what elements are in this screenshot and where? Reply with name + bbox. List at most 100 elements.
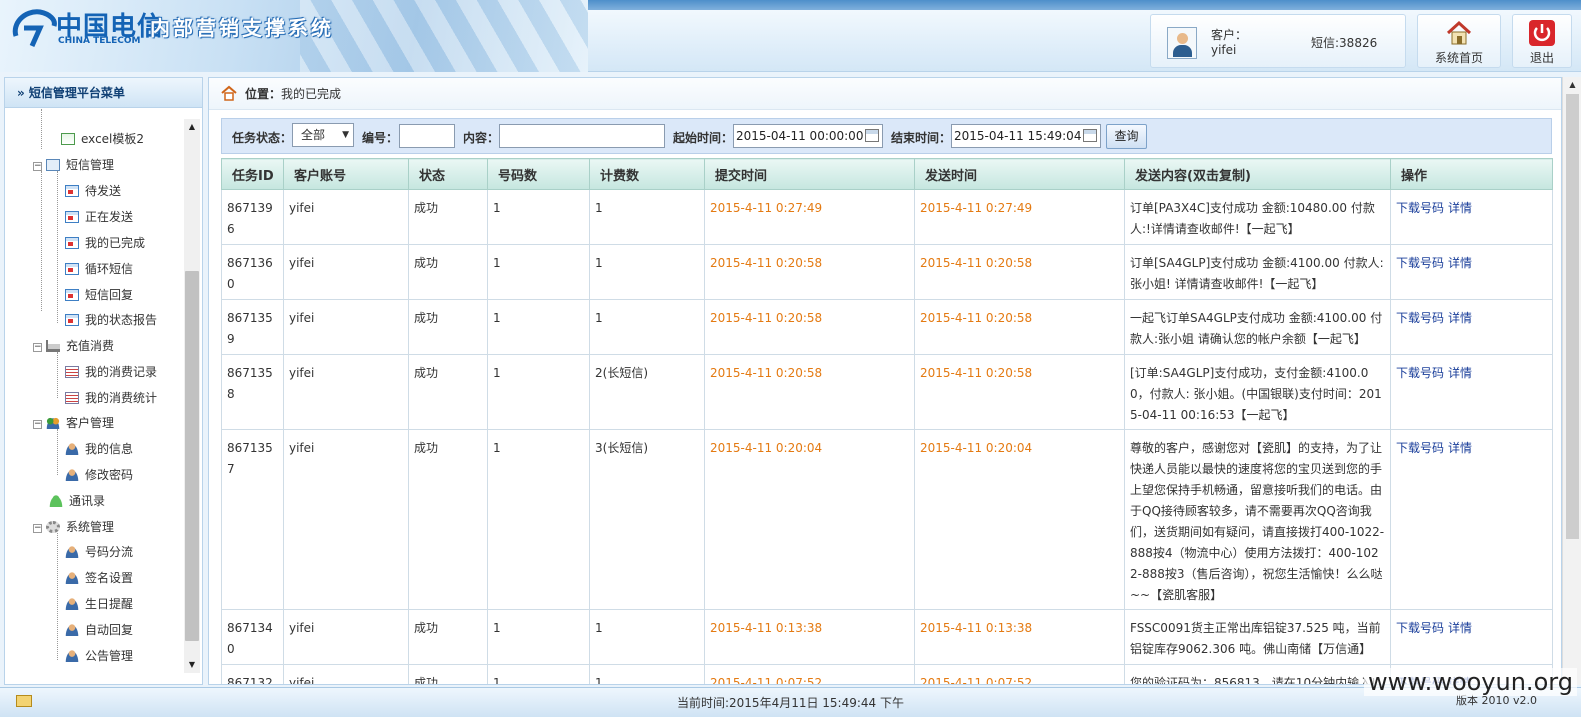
collapse-toggle-icon[interactable]: − (33, 524, 42, 533)
download-numbers-link[interactable]: 下载号码 (1396, 366, 1444, 380)
system-title: 内部营销支撑系统 (150, 16, 334, 40)
sidebar-item-excel-template-2[interactable]: excel模板2 (61, 129, 144, 149)
sidebar-item-completed[interactable]: 我的已完成 (65, 233, 145, 253)
tree-line (57, 429, 58, 475)
sidebar-item-consumption-stats[interactable]: 我的消费统计 (65, 388, 157, 408)
cell-number-count: 1 (487, 609, 590, 665)
scroll-up-icon[interactable]: ▲ (1563, 77, 1581, 93)
sidebar-item-sms-reply[interactable]: 短信回复 (65, 285, 133, 305)
detail-link[interactable]: 详情 (1448, 256, 1472, 270)
detail-link[interactable]: 详情 (1448, 311, 1472, 325)
sidebar-item-announcements[interactable]: 公告管理 (65, 646, 133, 666)
user-icon (65, 624, 79, 636)
scroll-up-icon[interactable]: ▲ (184, 119, 200, 135)
cell-billing-count: 1 (589, 299, 705, 355)
tree-line (41, 171, 42, 311)
number-input[interactable] (399, 124, 455, 148)
cell-content[interactable]: 订单[PA3X4C]支付成功 金额:10480.00 付款人:!详情请查收邮件!… (1124, 189, 1391, 245)
sidebar-item-recharge[interactable]: − 充值消费 (33, 336, 114, 356)
col-account[interactable]: 客户账号 (283, 158, 409, 190)
end-time-value: 2015-04-11 15:49:04 (954, 129, 1082, 143)
download-numbers-link[interactable]: 下载号码 (1396, 201, 1444, 215)
sidebar-title: » 短信管理平台菜单 (5, 78, 202, 108)
status-select[interactable]: 全部 ▼ (292, 123, 354, 147)
cell-send-time: 2015-4-11 0:13:38 (914, 609, 1125, 665)
cell-content[interactable]: 一起飞订单SA4GLP支付成功 金额:4100.00 付款人:张小姐 请确认您的… (1124, 299, 1391, 355)
detail-link[interactable]: 详情 (1448, 441, 1472, 455)
sidebar-item-status-report[interactable]: 我的状态报告 (65, 310, 157, 330)
sidebar-item-pending[interactable]: 待发送 (65, 181, 121, 201)
cart-icon (46, 340, 60, 352)
cell-content[interactable]: 尊敬的客户，感谢您对【瓷肌】的支持，为了让快递人员能以最快的速度将您的宝贝送到您… (1124, 429, 1391, 610)
user-icon (65, 650, 79, 662)
sidebar: » 短信管理平台菜单 excel模板2 − 短信管理 待发送 正在发送 我的已完成… (4, 77, 203, 685)
header: 中国电信 CHINA TELECOM 内部营销支撑系统 客户： yifei 短信… (0, 0, 1581, 72)
sidebar-scroll-thumb[interactable] (185, 271, 199, 641)
scroll-down-icon[interactable]: ▼ (184, 657, 200, 673)
sidebar-item-contacts[interactable]: 通讯录 (49, 491, 105, 511)
start-time-input[interactable]: 2015-04-11 00:00:00 (733, 124, 883, 148)
table-row: 8671359 yifei 成功 1 1 2015-4-11 0:20:58 2… (221, 299, 1553, 355)
table-row: 8671396 yifei 成功 1 1 2015-4-11 0:27:49 2… (221, 189, 1553, 245)
cell-account: yifei (283, 354, 409, 430)
sidebar-scrollbar[interactable]: ▲ ▼ (184, 119, 200, 673)
sidebar-item-sms-management[interactable]: − 短信管理 (33, 155, 114, 175)
cell-account: yifei (283, 189, 409, 245)
cell-content[interactable]: [订单:SA4GLP]支付成功，支付金额:4100.00，付款人: 张小姐。(中… (1124, 354, 1391, 430)
download-numbers-link[interactable]: 下载号码 (1396, 311, 1444, 325)
download-numbers-link[interactable]: 下载号码 (1396, 621, 1444, 635)
cell-account: yifei (283, 299, 409, 355)
cell-actions: 下载号码详情 (1390, 609, 1553, 665)
collapse-toggle-icon[interactable]: − (33, 162, 42, 171)
cell-task-id: 8671358 (221, 354, 284, 430)
cell-content[interactable]: 您的验证码为：856813，请在10分钟内输入! (1124, 664, 1391, 684)
group-icon (46, 417, 60, 429)
system-home-button[interactable]: 系统首页 (1417, 14, 1501, 68)
sidebar-item-number-routing[interactable]: 号码分流 (65, 542, 133, 562)
system-home-label: 系统首页 (1434, 51, 1483, 65)
sidebar-item-sending[interactable]: 正在发送 (65, 207, 133, 227)
col-status[interactable]: 状态 (408, 158, 488, 190)
detail-link[interactable]: 详情 (1448, 621, 1472, 635)
sidebar-item-birthday-reminder[interactable]: 生日提醒 (65, 594, 133, 614)
sidebar-item-system-management[interactable]: − 系统管理 (33, 517, 114, 537)
end-time-label: 结束时间： (891, 131, 952, 145)
sidebar-item-signature-settings[interactable]: 签名设置 (65, 568, 133, 588)
col-submit-time[interactable]: 提交时间 (704, 158, 915, 190)
power-icon (1529, 20, 1555, 46)
calendar-icon[interactable] (1083, 129, 1097, 142)
collapse-toggle-icon[interactable]: − (33, 420, 42, 429)
page-scroll-thumb[interactable] (1566, 94, 1579, 539)
sidebar-item-auto-reply[interactable]: 自动回复 (65, 620, 133, 640)
query-button[interactable]: 查询 (1106, 124, 1147, 149)
detail-link[interactable]: 详情 (1448, 201, 1472, 215)
customer-label: 客户： (1211, 28, 1248, 42)
col-billing-count[interactable]: 计费数 (589, 158, 705, 190)
sidebar-item-label: 短信管理 (66, 158, 115, 172)
sidebar-item-recurring-sms[interactable]: 循环短信 (65, 259, 133, 279)
download-numbers-link[interactable]: 下载号码 (1396, 256, 1444, 270)
cell-account: yifei (283, 609, 409, 665)
end-time-input[interactable]: 2015-04-11 15:49:04 (951, 124, 1101, 148)
col-task-id[interactable]: 任务ID (221, 158, 284, 190)
col-content[interactable]: 发送内容(双击复制) (1124, 158, 1391, 190)
col-number-count[interactable]: 号码数 (487, 158, 590, 190)
cell-status: 成功 (408, 189, 488, 245)
sidebar-item-label: 正在发送 (85, 210, 134, 224)
col-send-time[interactable]: 发送时间 (914, 158, 1125, 190)
table-row: 8671327 yifei 成功 1 1 2015-4-11 0:07:52 2… (221, 664, 1553, 684)
logout-button[interactable]: 退出 (1512, 14, 1572, 68)
download-numbers-link[interactable]: 下载号码 (1396, 441, 1444, 455)
sidebar-item-customer-management[interactable]: − 客户管理 (33, 413, 114, 433)
sidebar-item-change-password[interactable]: 修改密码 (65, 465, 133, 485)
sidebar-item-consumption-records[interactable]: 我的消费记录 (65, 362, 157, 382)
sidebar-item-my-info[interactable]: 我的信息 (65, 439, 133, 459)
cell-content[interactable]: 订单[SA4GLP]支付成功 金额:4100.00 付款人:张小姐! 详情请查收… (1124, 244, 1391, 300)
content-input[interactable] (499, 124, 665, 148)
page-scrollbar[interactable]: ▲ (1562, 77, 1581, 685)
calendar-icon[interactable] (865, 129, 879, 142)
collapse-toggle-icon[interactable]: − (33, 343, 42, 352)
cell-content[interactable]: FSSC0091货主正常出库铝锭37.525 吨，当前铝锭库存9062.306 … (1124, 609, 1391, 665)
content-filter-label: 内容： (463, 131, 500, 145)
detail-link[interactable]: 详情 (1448, 366, 1472, 380)
